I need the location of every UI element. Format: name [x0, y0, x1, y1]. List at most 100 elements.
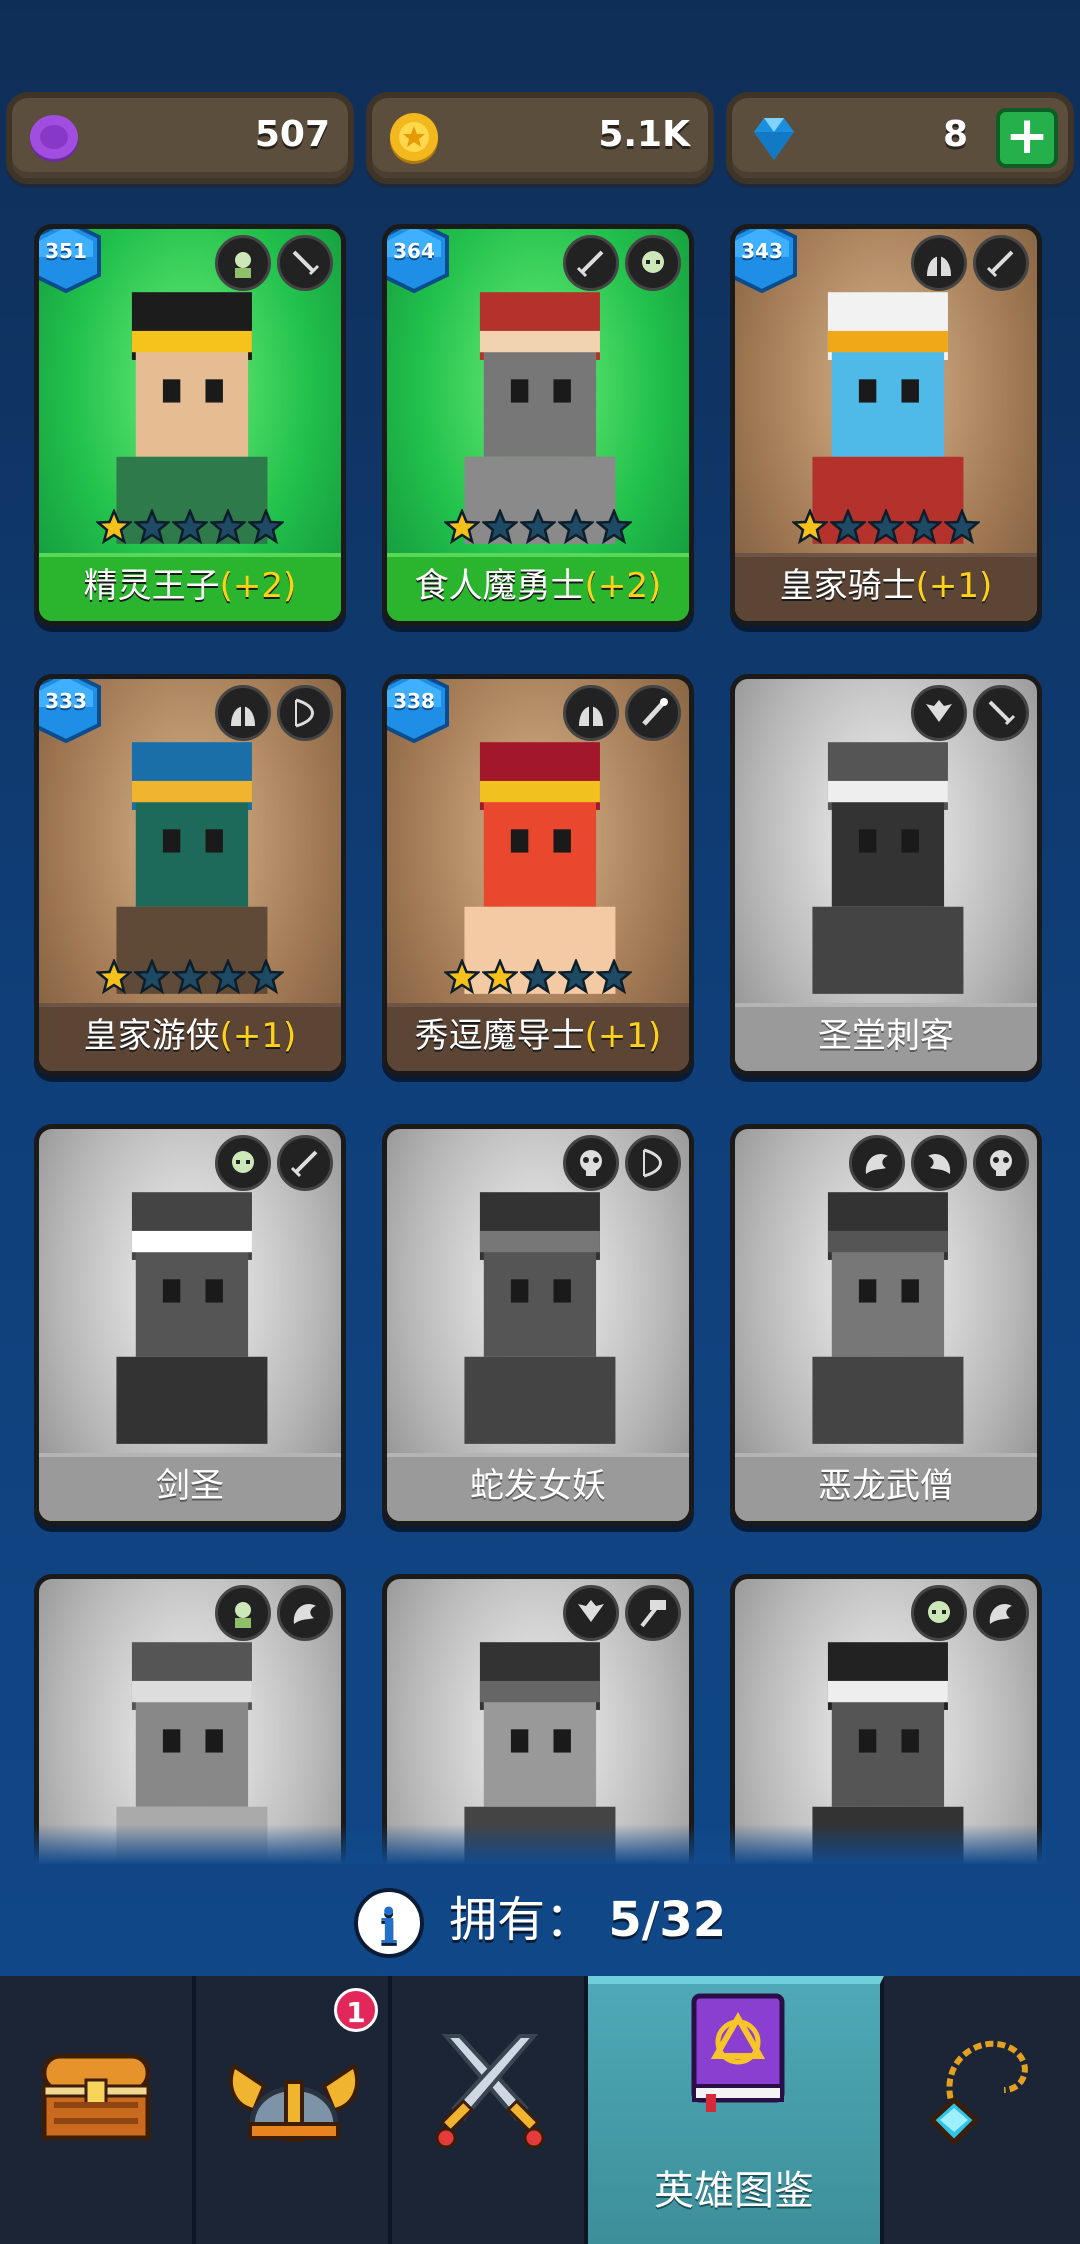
- class-icons: [557, 1585, 681, 1641]
- star-empty-icon: [558, 959, 594, 995]
- class-icons: [557, 235, 681, 291]
- star-empty-icon: [906, 509, 942, 545]
- level-badge: 338: [387, 679, 453, 745]
- level-value: 333: [45, 689, 87, 713]
- hero-name-bar: 秀逗魔导士(+1): [387, 1003, 689, 1071]
- owned-label: 拥有：: [449, 1892, 594, 1948]
- crossed-swords-icon: [435, 2034, 545, 2149]
- hero-bonus: (+2): [219, 566, 297, 606]
- wings-icon: [563, 1585, 619, 1641]
- nav-hero-codex-label: 英雄图鉴: [654, 2168, 814, 2214]
- hero-name-bar: 蛇发女妖: [387, 1453, 689, 1521]
- hero-card[interactable]: 蛇发女妖: [382, 1124, 694, 1526]
- star-empty-icon: [134, 509, 170, 545]
- hero-card[interactable]: [382, 1574, 694, 1864]
- hero-name: 恶龙武僧: [818, 1466, 954, 1506]
- purple-coin-icon: [30, 115, 78, 162]
- hero-card[interactable]: 343 皇家骑士(+1): [730, 224, 1042, 626]
- class-icons: [905, 235, 1029, 291]
- orc-icon: [215, 1135, 271, 1191]
- class-icons: [209, 235, 333, 291]
- star-empty-icon: [830, 509, 866, 545]
- hero-name: 食人魔勇士: [414, 566, 585, 606]
- star-filled-icon: [792, 509, 828, 545]
- class-icons: [557, 685, 681, 741]
- hero-name-bar: 恶龙武僧: [735, 1453, 1037, 1521]
- bow-icon: [625, 1135, 681, 1191]
- sword-icon: [973, 235, 1029, 291]
- dragon-icon: [277, 1585, 333, 1641]
- hero-name-bar: 皇家骑士(+1): [735, 553, 1037, 621]
- hero-card[interactable]: [34, 1574, 346, 1864]
- star-empty-icon: [596, 509, 632, 545]
- star-empty-icon: [172, 509, 208, 545]
- hero-card[interactable]: 恶龙武僧: [730, 1124, 1042, 1526]
- gold-coin-icon: [390, 113, 438, 164]
- hero-grid: 351 精灵王子(+2) 364 食人魔勇士(+2) 343 皇家骑士(+1) 333 皇家游…: [34, 224, 1046, 1864]
- gold-currency[interactable]: 5.1K: [366, 92, 714, 184]
- star-filled-icon: [444, 509, 480, 545]
- hammer-icon: [625, 1585, 681, 1641]
- star-filled-icon: [96, 509, 132, 545]
- orc-icon: [625, 235, 681, 291]
- star-empty-icon: [482, 509, 518, 545]
- sword-icon: [563, 235, 619, 291]
- hero-name-bar: 食人魔勇士(+2): [387, 553, 689, 621]
- star-empty-icon: [172, 959, 208, 995]
- helmet-icon: [911, 235, 967, 291]
- hero-bonus: (+1): [219, 1016, 297, 1056]
- level-badge: 343: [735, 229, 801, 295]
- currency-bar: 507 5.1K 8 +: [6, 92, 1074, 186]
- wings-icon: [911, 685, 967, 741]
- star-empty-icon: [520, 959, 556, 995]
- add-gems-button[interactable]: +: [996, 108, 1058, 168]
- nav-battle[interactable]: [392, 1976, 588, 2244]
- info-icon[interactable]: i: [353, 1888, 424, 1958]
- hero-bonus: (+1): [584, 1016, 662, 1056]
- codex-book-icon: [691, 1993, 785, 2112]
- nav-hero-codex[interactable]: 英雄图鉴: [588, 1976, 884, 2244]
- star-empty-icon: [944, 509, 980, 545]
- star-empty-icon: [596, 959, 632, 995]
- star-empty-icon: [248, 959, 284, 995]
- hero-name-bar: 精灵王子(+2): [39, 553, 341, 621]
- hero-name: 秀逗魔导士: [414, 1016, 585, 1056]
- hero-card[interactable]: 剑圣: [34, 1124, 346, 1526]
- notification-badge: 1: [334, 1988, 378, 2032]
- hero-name: 皇家骑士: [779, 566, 916, 606]
- wand-icon: [625, 685, 681, 741]
- purple-currency[interactable]: 507: [6, 92, 354, 184]
- star-empty-icon: [868, 509, 904, 545]
- star-empty-icon: [558, 509, 594, 545]
- owned-count: i 拥有： 5/32: [0, 1880, 1080, 1960]
- skull-icon: [563, 1135, 619, 1191]
- gem-icon: [754, 118, 794, 160]
- grid-fade: [34, 1824, 1046, 1864]
- hero-card[interactable]: 圣堂刺客: [730, 674, 1042, 1076]
- bow-icon: [277, 685, 333, 741]
- star-empty-icon: [210, 509, 246, 545]
- star-rating: [735, 509, 1037, 545]
- level-badge: 364: [387, 229, 453, 295]
- dragon2-icon: [911, 1135, 967, 1191]
- nav-heroes[interactable]: 1: [196, 1976, 392, 2244]
- orc-icon: [911, 1585, 967, 1641]
- star-rating: [39, 959, 341, 995]
- hero-card[interactable]: 351 精灵王子(+2): [34, 224, 346, 626]
- owned-value: 5/32: [608, 1892, 727, 1948]
- hero-bonus: (+2): [584, 566, 662, 606]
- class-icons: [905, 1585, 1029, 1641]
- hero-name-bar: 剑圣: [39, 1453, 341, 1521]
- class-icons: [557, 1135, 681, 1191]
- hero-card[interactable]: 364 食人魔勇士(+2): [382, 224, 694, 626]
- hero-card[interactable]: 333 皇家游侠(+1): [34, 674, 346, 1076]
- nav-equipment[interactable]: [884, 1976, 1080, 2244]
- star-filled-icon: [444, 959, 480, 995]
- hero-bonus: (+1): [915, 566, 993, 606]
- dagger-icon: [277, 235, 333, 291]
- hero-card[interactable]: 338 秀逗魔导士(+1): [382, 674, 694, 1076]
- elf-icon: [215, 235, 271, 291]
- nav-shop[interactable]: [0, 1976, 196, 2244]
- gem-currency[interactable]: 8 +: [726, 92, 1074, 184]
- hero-card[interactable]: [730, 1574, 1042, 1864]
